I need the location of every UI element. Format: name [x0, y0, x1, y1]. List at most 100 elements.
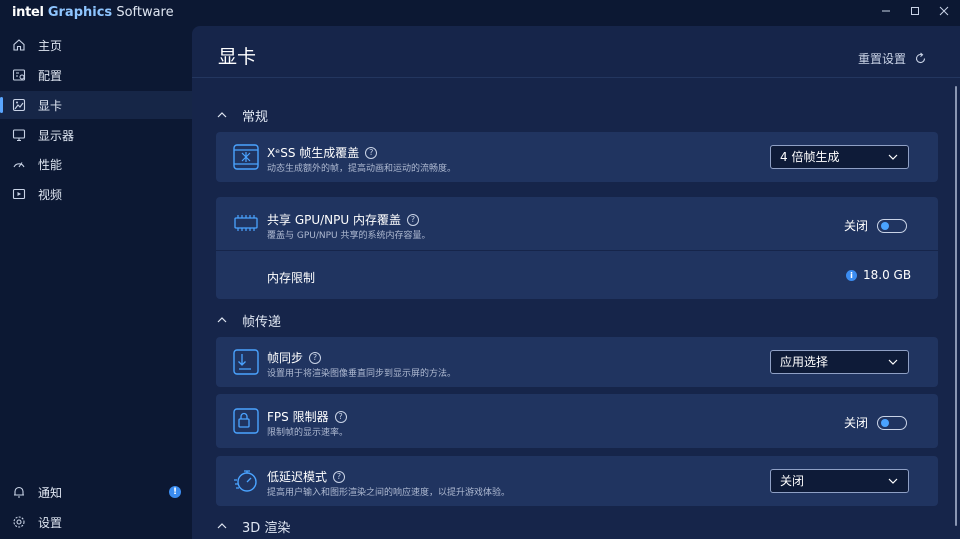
sidebar-item-label: 设置 [38, 516, 63, 530]
toggle-knob [881, 418, 890, 427]
video-icon [12, 188, 26, 200]
sidebar-item-label: 视频 [38, 188, 63, 202]
reset-icon [915, 52, 926, 64]
reset-settings-label: 重置设置 [857, 52, 906, 66]
sidebar-item-label: 通知 [38, 486, 63, 500]
close-icon [939, 6, 949, 16]
profile-icon [12, 69, 26, 81]
fps-limiter-toggle[interactable] [877, 415, 908, 430]
help-icon[interactable]: ? [309, 351, 322, 364]
fps-limiter-title-text: FPS 限制器 [267, 410, 329, 424]
title-bar: intel Graphics Software [0, 0, 960, 26]
memory-limit-value-group: i 18.0 GB [846, 268, 911, 282]
sidebar-item-display[interactable]: 显示器 [0, 121, 192, 149]
scrollbar[interactable] [955, 86, 957, 526]
vsync-value: 应用选择 [780, 355, 829, 369]
graphics-icon [12, 98, 26, 112]
fps-lock-icon [233, 408, 259, 434]
vsync-title: 帧同步 ? [267, 349, 322, 366]
sidebar-item-label: 配置 [38, 69, 63, 83]
monitor-icon [12, 129, 26, 142]
sidebar-item-settings[interactable]: 设置 [0, 508, 192, 536]
xess-frame-gen-dropdown[interactable]: 4 倍帧生成 [770, 145, 909, 169]
frame-generation-icon [233, 144, 259, 170]
app-title: intel Graphics Software [12, 5, 174, 20]
page-header: 显卡 重置设置 [192, 26, 960, 78]
minimize-icon [882, 10, 890, 12]
close-button[interactable] [931, 0, 957, 22]
shared-memory-toggle-label: 关闭 [844, 219, 869, 233]
chevron-up-icon [217, 317, 227, 323]
gear-icon [13, 516, 25, 528]
low-latency-description: 提高用户输入和图形渲染之间的响应速度，以提升游戏体验。 [267, 488, 511, 498]
chevron-up-icon [217, 112, 227, 118]
gauge-icon [13, 162, 25, 168]
section-general-header[interactable]: 常规 [216, 106, 269, 125]
fps-limiter-title: FPS 限制器 ? [267, 408, 347, 425]
low-latency-title: 低延迟模式 ? [267, 468, 346, 485]
maximize-button[interactable] [902, 0, 928, 22]
brand-graphics-text: Graphics [47, 5, 113, 20]
sidebar-item-notifications[interactable]: 通知 ! [0, 478, 192, 506]
sidebar-item-label: 显示器 [38, 129, 75, 143]
section-general-label: 常规 [242, 109, 269, 125]
section-3d-rendering-header[interactable]: 3D 渲染 [216, 517, 291, 536]
help-icon[interactable]: ? [365, 146, 378, 159]
help-icon[interactable]: ? [334, 410, 347, 423]
xess-title: XᵉSS 帧生成覆盖 ? [267, 144, 378, 161]
low-latency-title-text: 低延迟模式 [267, 470, 328, 484]
xess-frame-gen-card: XᵉSS 帧生成覆盖 ? 动态生成额外的帧，提高动画和运动的流畅度。 4 倍帧生… [216, 132, 938, 182]
maximize-icon [911, 7, 919, 15]
vsync-title-text: 帧同步 [267, 351, 304, 365]
fps-limiter-card: FPS 限制器 ? 限制帧的显示速率。 关闭 [216, 394, 938, 448]
brand-software-text: Software [116, 5, 174, 20]
minimize-button[interactable] [873, 0, 899, 22]
memory-limit-value: 18.0 GB [863, 268, 912, 282]
section-frame-delivery-label: 帧传递 [242, 314, 282, 330]
xess-description: 动态生成额外的帧，提高动画和运动的流畅度。 [267, 164, 457, 174]
reset-settings-button[interactable]: 重置设置 [858, 50, 927, 67]
sidebar-item-home[interactable]: 主页 [0, 31, 192, 59]
fps-limiter-toggle-group: 关闭 [844, 414, 908, 431]
shared-memory-card: 共享 GPU/NPU 内存覆盖 ? 覆盖与 GPU/NPU 共享的系统内存容量。… [216, 197, 938, 299]
intel-logo-text: intel [12, 5, 44, 20]
vsync-dropdown[interactable]: 应用选择 [770, 350, 909, 374]
stopwatch-icon [234, 470, 257, 492]
low-latency-card: 低延迟模式 ? 提高用户输入和图形渲染之间的响应速度，以提升游戏体验。 关闭 [216, 456, 938, 506]
sidebar: 主页 配置 显卡 显示器 性能 视频 通知 ! 设置 [0, 26, 192, 539]
sidebar-item-label: 显卡 [38, 99, 63, 113]
vsync-card: 帧同步 ? 设置用于将渲染图像垂直同步到显示屏的方法。 应用选择 [216, 337, 938, 387]
info-icon[interactable]: i [846, 269, 857, 281]
help-icon[interactable]: ? [407, 213, 419, 226]
xess-title-text: XᵉSS 帧生成覆盖 [267, 146, 360, 160]
sidebar-item-video[interactable]: 视频 [0, 180, 192, 208]
sidebar-item-label: 主页 [38, 39, 63, 53]
low-latency-dropdown[interactable]: 关闭 [770, 469, 909, 493]
vsync-icon [233, 349, 259, 375]
notification-badge: ! [169, 486, 181, 498]
shared-memory-title-text: 共享 GPU/NPU 内存覆盖 [267, 213, 401, 227]
memory-limit-title: 内存限制 [267, 271, 316, 285]
sidebar-item-profiles[interactable]: 配置 [0, 61, 192, 89]
toggle-knob [881, 221, 890, 230]
fps-limiter-description: 限制帧的显示速率。 [267, 428, 349, 438]
shared-memory-toggle-group: 关闭 [844, 217, 908, 234]
divider [216, 250, 938, 251]
shared-memory-description: 覆盖与 GPU/NPU 共享的系统内存容量。 [267, 231, 431, 241]
home-icon [13, 39, 25, 51]
chevron-down-icon [888, 154, 898, 160]
help-icon[interactable]: ? [333, 470, 346, 483]
main-panel: 显卡 重置设置 常规 XᵉSS 帧生成覆盖 ? 动态生成额外的帧，提高动画和运动… [192, 26, 960, 539]
memory-chip-icon [234, 215, 258, 231]
sidebar-item-label: 性能 [38, 158, 63, 172]
xess-frame-gen-value: 4 倍帧生成 [780, 150, 840, 164]
section-3d-rendering-label: 3D 渲染 [242, 520, 291, 536]
section-frame-delivery-header[interactable]: 帧传递 [216, 311, 282, 330]
chevron-down-icon [888, 359, 898, 365]
page-title: 显卡 [218, 46, 257, 68]
low-latency-value: 关闭 [780, 474, 805, 488]
shared-memory-toggle[interactable] [877, 218, 908, 233]
vsync-description: 设置用于将渲染图像垂直同步到显示屏的方法。 [267, 369, 457, 379]
sidebar-item-performance[interactable]: 性能 [0, 150, 192, 178]
sidebar-item-graphics[interactable]: 显卡 [0, 91, 192, 119]
